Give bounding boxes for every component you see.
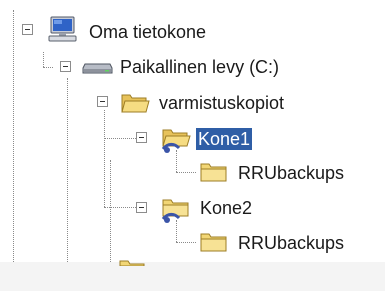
- my-computer-icon: [48, 16, 77, 42]
- folder-open-icon: [121, 94, 150, 113]
- collapse-toggle-kone2[interactable]: [136, 202, 147, 213]
- tree-line: [13, 10, 14, 262]
- bottom-strip: [0, 262, 385, 291]
- tree-node-label: RRUbackups: [238, 233, 345, 253]
- tree-line: [43, 52, 44, 67]
- tree-line: [104, 110, 105, 207]
- shared-folder-open-icon: [161, 129, 191, 153]
- collapse-toggle-oma-tietokone[interactable]: [22, 24, 33, 35]
- folder-icon: [200, 163, 227, 182]
- tree-node-label: Kone1: [196, 128, 253, 150]
- collapse-toggle-paikallinen-levy[interactable]: [60, 61, 71, 72]
- tree-line: [67, 78, 68, 262]
- folder-icon: [200, 233, 227, 252]
- tree-node-label: Kone2: [200, 198, 253, 218]
- tree-line: [110, 160, 111, 262]
- hard-drive-icon: [82, 63, 113, 74]
- tree-line: [43, 67, 53, 68]
- tree-node-label: varmistuskopiot: [159, 93, 285, 113]
- tree-line: [176, 172, 196, 173]
- tree-node-label: Paikallinen levy (C:): [120, 57, 280, 77]
- shared-folder-icon: [161, 199, 189, 223]
- collapse-toggle-kone1[interactable]: [136, 132, 147, 143]
- collapse-toggle-varmistuskopiot[interactable]: [97, 96, 108, 107]
- tree-line: [176, 242, 196, 243]
- folder-tree: Oma tietokone Paikallinen levy (C:) varm…: [0, 0, 385, 291]
- tree-node-label: RRUbackups: [238, 163, 345, 183]
- tree-node-label: Oma tietokone: [89, 22, 207, 42]
- folder-icon: [119, 260, 145, 266]
